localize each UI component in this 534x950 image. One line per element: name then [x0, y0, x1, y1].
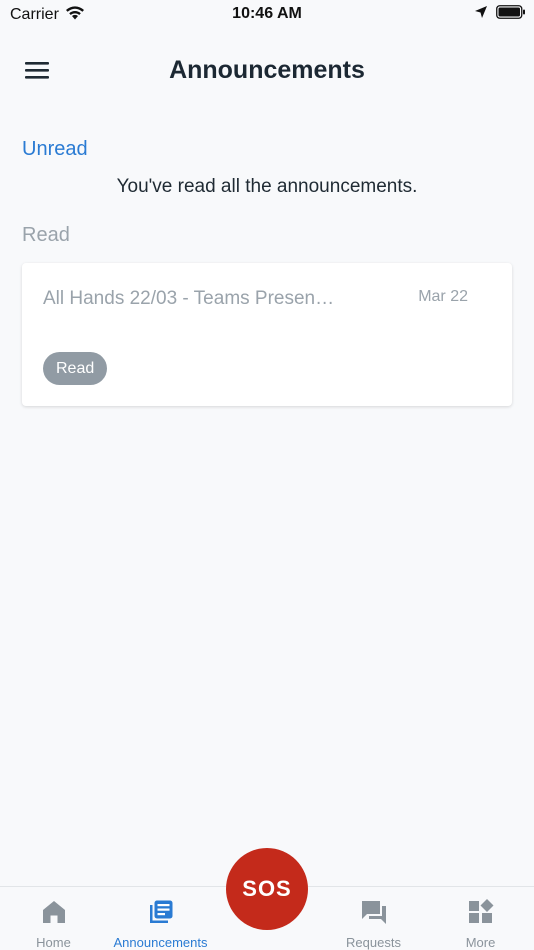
status-time: 10:46 AM	[232, 5, 302, 22]
tab-announcements[interactable]: Announcements	[107, 887, 214, 950]
battery-icon	[496, 5, 526, 24]
tab-label: More	[465, 935, 496, 950]
announcements-icon	[147, 898, 175, 926]
announcement-title: All Hands 22/03 - Teams Presen…	[43, 288, 335, 309]
announcement-date: Mar 22	[418, 288, 468, 305]
read-status-badge: Read	[43, 352, 108, 385]
home-icon	[41, 898, 67, 926]
tab-more[interactable]: More	[427, 887, 534, 950]
sos-button[interactable]: SOS	[226, 848, 308, 930]
tab-requests[interactable]: Requests	[320, 887, 427, 950]
status-bar: Carrier 10:46 AM	[0, 0, 534, 28]
unread-section-header[interactable]: Unread	[22, 138, 88, 161]
grid-icon	[467, 898, 495, 926]
location-arrow-icon	[474, 5, 488, 24]
status-right	[474, 5, 526, 24]
page-title: Announcements	[169, 56, 365, 84]
tab-label: Home	[36, 935, 71, 950]
chat-icon	[360, 898, 388, 926]
empty-unread-message: You've read all the announcements.	[116, 176, 418, 197]
announcements-screen: Carrier 10:46 AM Announcements Unread Yo…	[0, 0, 534, 950]
read-section-header: Read	[22, 224, 70, 246]
tab-label: Requests	[346, 935, 401, 950]
announcement-card[interactable]: All Hands 22/03 - Teams Presen… Mar 22 R…	[22, 263, 512, 406]
tab-label: Announcements	[113, 935, 208, 950]
tab-home[interactable]: Home	[0, 887, 107, 950]
sos-label: SOS	[242, 876, 292, 901]
header-bar: Announcements	[0, 44, 534, 98]
